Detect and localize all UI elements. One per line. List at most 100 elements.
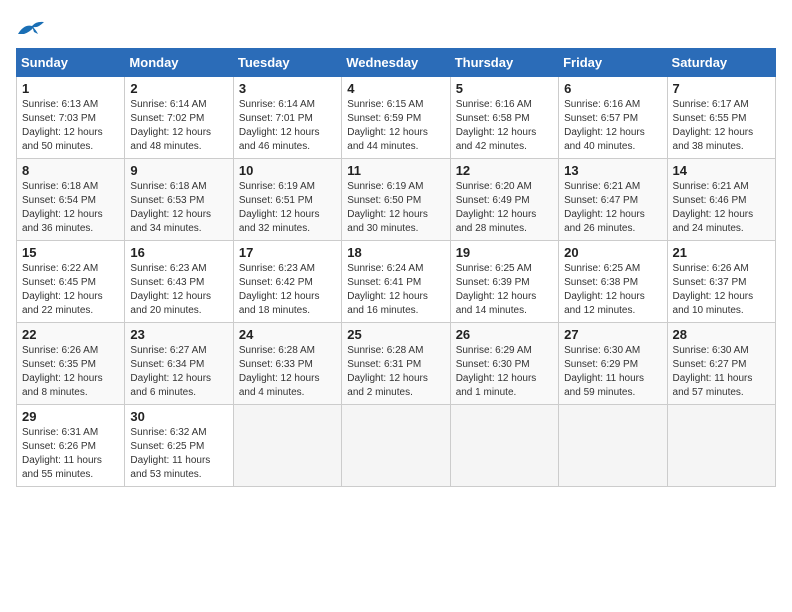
day-info: Sunrise: 6:18 AM Sunset: 6:54 PM Dayligh… (22, 180, 119, 236)
day-info: Sunrise: 6:18 AM Sunset: 6:53 PM Dayligh… (130, 180, 227, 236)
calendar-week-5: 29 Sunrise: 6:31 AM Sunset: 6:26 PM Dayli… (17, 405, 776, 487)
calendar-week-4: 22Sunrise: 6:26 AM Sunset: 6:35 PM Dayli… (17, 323, 776, 405)
day-info: Sunrise: 6:17 AM Sunset: 6:55 PM Dayligh… (673, 98, 770, 154)
calendar-cell: 5 Sunrise: 6:16 AM Sunset: 6:58 PM Daylig… (450, 77, 558, 159)
day-number: 19 (456, 245, 553, 260)
calendar-cell (233, 405, 341, 487)
day-number: 11 (347, 163, 444, 178)
calendar-header-row: SundayMondayTuesdayWednesdayThursdayFrid… (17, 49, 776, 77)
calendar-cell: 19 Sunrise: 6:25 AM Sunset: 6:39 PM Dayli… (450, 241, 558, 323)
calendar-cell: 1 Sunrise: 6:13 AM Sunset: 7:03 PM Daylig… (17, 77, 125, 159)
calendar-cell: 25 Sunrise: 6:28 AM Sunset: 6:31 PM Dayli… (342, 323, 450, 405)
day-info: Sunrise: 6:16 AM Sunset: 6:57 PM Dayligh… (564, 98, 661, 154)
day-number: 9 (130, 163, 227, 178)
day-number: 5 (456, 81, 553, 96)
day-number: 20 (564, 245, 661, 260)
day-number: 14 (673, 163, 770, 178)
day-number: 2 (130, 81, 227, 96)
day-info: Sunrise: 6:19 AM Sunset: 6:50 PM Dayligh… (347, 180, 444, 236)
day-info: Sunrise: 6:28 AM Sunset: 6:31 PM Dayligh… (347, 344, 444, 400)
day-number: 26 (456, 327, 553, 342)
day-number: 7 (673, 81, 770, 96)
calendar-cell: 21 Sunrise: 6:26 AM Sunset: 6:37 PM Dayli… (667, 241, 775, 323)
calendar-cell: 2 Sunrise: 6:14 AM Sunset: 7:02 PM Daylig… (125, 77, 233, 159)
calendar-cell: 6 Sunrise: 6:16 AM Sunset: 6:57 PM Daylig… (559, 77, 667, 159)
calendar-cell: 18Sunrise: 6:24 AM Sunset: 6:41 PM Dayli… (342, 241, 450, 323)
day-info: Sunrise: 6:21 AM Sunset: 6:47 PM Dayligh… (564, 180, 661, 236)
calendar-week-3: 15 Sunrise: 6:22 AM Sunset: 6:45 PM Dayli… (17, 241, 776, 323)
day-number: 18 (347, 245, 444, 260)
day-number: 27 (564, 327, 661, 342)
calendar-cell: 12 Sunrise: 6:20 AM Sunset: 6:49 PM Dayli… (450, 159, 558, 241)
logo (16, 16, 50, 40)
day-number: 12 (456, 163, 553, 178)
page-header (16, 16, 776, 40)
calendar-cell: 24 Sunrise: 6:28 AM Sunset: 6:33 PM Dayli… (233, 323, 341, 405)
calendar-cell: 30 Sunrise: 6:32 AM Sunset: 6:25 PM Dayli… (125, 405, 233, 487)
calendar-cell: 15 Sunrise: 6:22 AM Sunset: 6:45 PM Dayli… (17, 241, 125, 323)
calendar-cell: 14 Sunrise: 6:21 AM Sunset: 6:46 PM Dayli… (667, 159, 775, 241)
day-info: Sunrise: 6:27 AM Sunset: 6:34 PM Dayligh… (130, 344, 227, 400)
day-number: 30 (130, 409, 227, 424)
calendar-cell: 10 Sunrise: 6:19 AM Sunset: 6:51 PM Dayli… (233, 159, 341, 241)
day-info: Sunrise: 6:26 AM Sunset: 6:35 PM Dayligh… (22, 344, 119, 400)
header-friday: Friday (559, 49, 667, 77)
day-info: Sunrise: 6:32 AM Sunset: 6:25 PM Dayligh… (130, 426, 227, 482)
day-info: Sunrise: 6:20 AM Sunset: 6:49 PM Dayligh… (456, 180, 553, 236)
header-monday: Monday (125, 49, 233, 77)
day-info: Sunrise: 6:22 AM Sunset: 6:45 PM Dayligh… (22, 262, 119, 318)
calendar-cell: 28Sunrise: 6:30 AM Sunset: 6:27 PM Dayli… (667, 323, 775, 405)
calendar-cell: 23 Sunrise: 6:27 AM Sunset: 6:34 PM Dayli… (125, 323, 233, 405)
calendar-cell (342, 405, 450, 487)
header-saturday: Saturday (667, 49, 775, 77)
day-number: 24 (239, 327, 336, 342)
calendar-cell: 17Sunrise: 6:23 AM Sunset: 6:42 PM Dayli… (233, 241, 341, 323)
day-info: Sunrise: 6:29 AM Sunset: 6:30 PM Dayligh… (456, 344, 553, 400)
day-info: Sunrise: 6:30 AM Sunset: 6:27 PM Dayligh… (673, 344, 770, 400)
day-number: 8 (22, 163, 119, 178)
day-info: Sunrise: 6:28 AM Sunset: 6:33 PM Dayligh… (239, 344, 336, 400)
day-number: 1 (22, 81, 119, 96)
calendar-cell: 11 Sunrise: 6:19 AM Sunset: 6:50 PM Dayli… (342, 159, 450, 241)
calendar-cell: 13 Sunrise: 6:21 AM Sunset: 6:47 PM Dayli… (559, 159, 667, 241)
day-info: Sunrise: 6:21 AM Sunset: 6:46 PM Dayligh… (673, 180, 770, 236)
calendar-cell: 4 Sunrise: 6:15 AM Sunset: 6:59 PM Daylig… (342, 77, 450, 159)
day-info: Sunrise: 6:13 AM Sunset: 7:03 PM Dayligh… (22, 98, 119, 154)
day-number: 16 (130, 245, 227, 260)
day-info: Sunrise: 6:25 AM Sunset: 6:39 PM Dayligh… (456, 262, 553, 318)
day-number: 21 (673, 245, 770, 260)
day-number: 4 (347, 81, 444, 96)
day-number: 6 (564, 81, 661, 96)
calendar-cell: 22Sunrise: 6:26 AM Sunset: 6:35 PM Dayli… (17, 323, 125, 405)
calendar-table: SundayMondayTuesdayWednesdayThursdayFrid… (16, 48, 776, 487)
calendar-cell: 26 Sunrise: 6:29 AM Sunset: 6:30 PM Dayli… (450, 323, 558, 405)
header-thursday: Thursday (450, 49, 558, 77)
calendar-cell: 3Sunrise: 6:14 AM Sunset: 7:01 PM Daylig… (233, 77, 341, 159)
day-info: Sunrise: 6:14 AM Sunset: 7:01 PM Dayligh… (239, 98, 336, 154)
day-info: Sunrise: 6:31 AM Sunset: 6:26 PM Dayligh… (22, 426, 119, 482)
day-info: Sunrise: 6:14 AM Sunset: 7:02 PM Dayligh… (130, 98, 227, 154)
calendar-week-2: 8 Sunrise: 6:18 AM Sunset: 6:54 PM Daylig… (17, 159, 776, 241)
calendar-cell: 7 Sunrise: 6:17 AM Sunset: 6:55 PM Daylig… (667, 77, 775, 159)
day-info: Sunrise: 6:16 AM Sunset: 6:58 PM Dayligh… (456, 98, 553, 154)
header-sunday: Sunday (17, 49, 125, 77)
day-number: 15 (22, 245, 119, 260)
day-number: 29 (22, 409, 119, 424)
calendar-cell (559, 405, 667, 487)
day-info: Sunrise: 6:15 AM Sunset: 6:59 PM Dayligh… (347, 98, 444, 154)
day-info: Sunrise: 6:19 AM Sunset: 6:51 PM Dayligh… (239, 180, 336, 236)
calendar-cell: 20 Sunrise: 6:25 AM Sunset: 6:38 PM Dayli… (559, 241, 667, 323)
calendar-cell (667, 405, 775, 487)
day-info: Sunrise: 6:25 AM Sunset: 6:38 PM Dayligh… (564, 262, 661, 318)
day-info: Sunrise: 6:23 AM Sunset: 6:43 PM Dayligh… (130, 262, 227, 318)
day-number: 25 (347, 327, 444, 342)
logo-icon (16, 16, 46, 40)
header-wednesday: Wednesday (342, 49, 450, 77)
day-info: Sunrise: 6:30 AM Sunset: 6:29 PM Dayligh… (564, 344, 661, 400)
calendar-week-1: 1 Sunrise: 6:13 AM Sunset: 7:03 PM Daylig… (17, 77, 776, 159)
day-number: 10 (239, 163, 336, 178)
calendar-cell: 27 Sunrise: 6:30 AM Sunset: 6:29 PM Dayli… (559, 323, 667, 405)
day-number: 13 (564, 163, 661, 178)
day-info: Sunrise: 6:26 AM Sunset: 6:37 PM Dayligh… (673, 262, 770, 318)
day-number: 23 (130, 327, 227, 342)
